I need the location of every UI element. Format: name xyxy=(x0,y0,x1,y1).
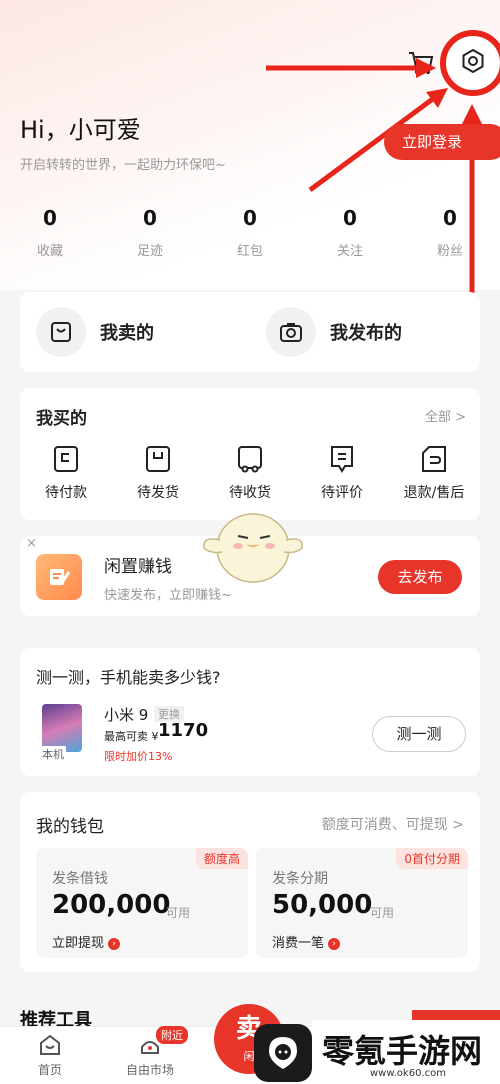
order-refund[interactable]: 退款/售后 xyxy=(388,444,480,502)
my-sold-button[interactable]: 我卖的 xyxy=(20,307,250,357)
installment-amount: 50,000 xyxy=(272,890,373,920)
mascot-image xyxy=(203,513,303,583)
stats-row: 0 收藏 0 足迹 0 红包 0 关注 0 粉丝 xyxy=(0,206,500,266)
order-label: 待评价 xyxy=(321,485,363,501)
order-pending-review[interactable]: 待评价 xyxy=(296,444,388,502)
chevron-right-icon: › xyxy=(108,937,121,950)
buy-title: 我买的 xyxy=(36,409,87,429)
stat-label: 关注 xyxy=(336,244,363,259)
watermark: 零氪手游网 www.ok60.com xyxy=(312,1020,500,1084)
test-button[interactable]: 测一测 xyxy=(372,716,466,752)
stat-following[interactable]: 0 关注 xyxy=(300,206,400,266)
greeting: Hi，小可爱 xyxy=(20,116,141,144)
login-button[interactable]: 立即登录 xyxy=(384,124,500,160)
tab-market-label: 自由市场 xyxy=(125,1063,174,1077)
wallet-card: 我的钱包 额度可消费、可提现 > 额度高 发条借钱 200,000 可用 立即提… xyxy=(20,792,480,972)
nearby-badge: 附近 xyxy=(156,1026,188,1044)
loan-title: 发条借钱 xyxy=(52,871,108,887)
order-label: 待发货 xyxy=(137,485,179,501)
stat-value: 0 xyxy=(43,206,57,230)
installment-action[interactable]: 消费一笔 › xyxy=(272,932,341,951)
comment-icon xyxy=(331,446,353,473)
truck-icon xyxy=(238,446,262,473)
bag-icon xyxy=(36,307,86,357)
chevron-right-icon: › xyxy=(328,937,341,950)
order-pending-receipt[interactable]: 待收货 xyxy=(204,444,296,502)
sell-card: 我卖的 我发布的 xyxy=(20,292,480,372)
stat-favorites[interactable]: 0 收藏 xyxy=(0,206,100,266)
box-icon xyxy=(146,446,170,472)
stat-label: 粉丝 xyxy=(436,244,463,259)
installment-unit: 可用 xyxy=(370,906,395,920)
installment-badge: 0首付分期 xyxy=(396,848,468,869)
installment-box[interactable]: 0首付分期 发条分期 50,000 可用 消费一笔 › xyxy=(256,848,468,958)
idle-title: 闲置赚钱 xyxy=(104,557,172,577)
price-test-card: 测一测，手机能卖多少钱? 本机 小米 9 更换 最高可卖 ¥ 1170 限时加价… xyxy=(20,648,480,776)
max-sell-label: 最高可卖 ¥ xyxy=(104,730,159,743)
stat-label: 足迹 xyxy=(136,244,163,259)
annotation-arrows xyxy=(266,58,482,320)
order-pending-payment[interactable]: 待付款 xyxy=(20,444,112,502)
my-sold-label: 我卖的 xyxy=(100,323,154,344)
refund-icon xyxy=(422,446,446,472)
loan-amount: 200,000 xyxy=(52,890,171,920)
phone-model: 小米 9 xyxy=(104,706,149,724)
installment-action-label: 消费一笔 xyxy=(272,936,325,951)
stat-redpacket[interactable]: 0 红包 xyxy=(200,206,300,266)
loan-badge: 额度高 xyxy=(195,848,248,869)
subtitle: 开启转转的世界，一起助力环保吧~ xyxy=(20,158,226,173)
stat-label: 红包 xyxy=(236,244,263,259)
home-icon xyxy=(40,1034,60,1055)
close-icon[interactable]: × xyxy=(26,536,37,551)
my-published-button[interactable]: 我发布的 xyxy=(250,307,480,357)
price-value: 1170 xyxy=(158,720,209,741)
tab-home[interactable]: 首页 xyxy=(30,1033,70,1078)
test-title: 测一测，手机能卖多少钱? xyxy=(36,668,221,687)
watermark-url: www.ok60.com xyxy=(370,1068,446,1079)
watermark-logo xyxy=(254,1024,312,1082)
tab-home-label: 首页 xyxy=(37,1063,62,1077)
gamepad-icon xyxy=(269,1037,297,1069)
stat-value: 0 xyxy=(443,206,457,230)
watermark-text: 零氪手游网 xyxy=(322,1032,483,1070)
order-pending-shipment[interactable]: 待发货 xyxy=(112,444,204,502)
phone-image xyxy=(42,704,82,752)
stat-value: 0 xyxy=(343,206,357,230)
wallet-title: 我的钱包 xyxy=(36,817,104,837)
loan-box[interactable]: 额度高 发条借钱 200,000 可用 立即提现 › xyxy=(36,848,248,958)
wallet-subtitle[interactable]: 额度可消费、可提现 > xyxy=(322,814,464,834)
limit-note: 限时加价13% xyxy=(104,750,173,763)
phone-tag: 本机 xyxy=(40,746,66,762)
wallet-icon xyxy=(54,446,78,472)
loan-unit: 可用 xyxy=(166,906,191,920)
loan-action[interactable]: 立即提现 › xyxy=(52,932,121,951)
loan-action-label: 立即提现 xyxy=(52,936,105,951)
stat-value: 0 xyxy=(143,206,157,230)
order-label: 待付款 xyxy=(45,485,87,501)
order-label: 退款/售后 xyxy=(403,485,465,501)
my-published-label: 我发布的 xyxy=(330,323,402,344)
edit-icon xyxy=(36,554,82,600)
buy-all-link[interactable]: 全部 > xyxy=(425,406,466,425)
camera-icon xyxy=(266,307,316,357)
stat-label: 收藏 xyxy=(36,244,63,259)
publish-button[interactable]: 去发布 xyxy=(378,560,462,594)
installment-title: 发条分期 xyxy=(272,871,328,887)
stat-fans[interactable]: 0 粉丝 xyxy=(400,206,500,266)
stat-history[interactable]: 0 足迹 xyxy=(100,206,200,266)
stat-value: 0 xyxy=(243,206,257,230)
